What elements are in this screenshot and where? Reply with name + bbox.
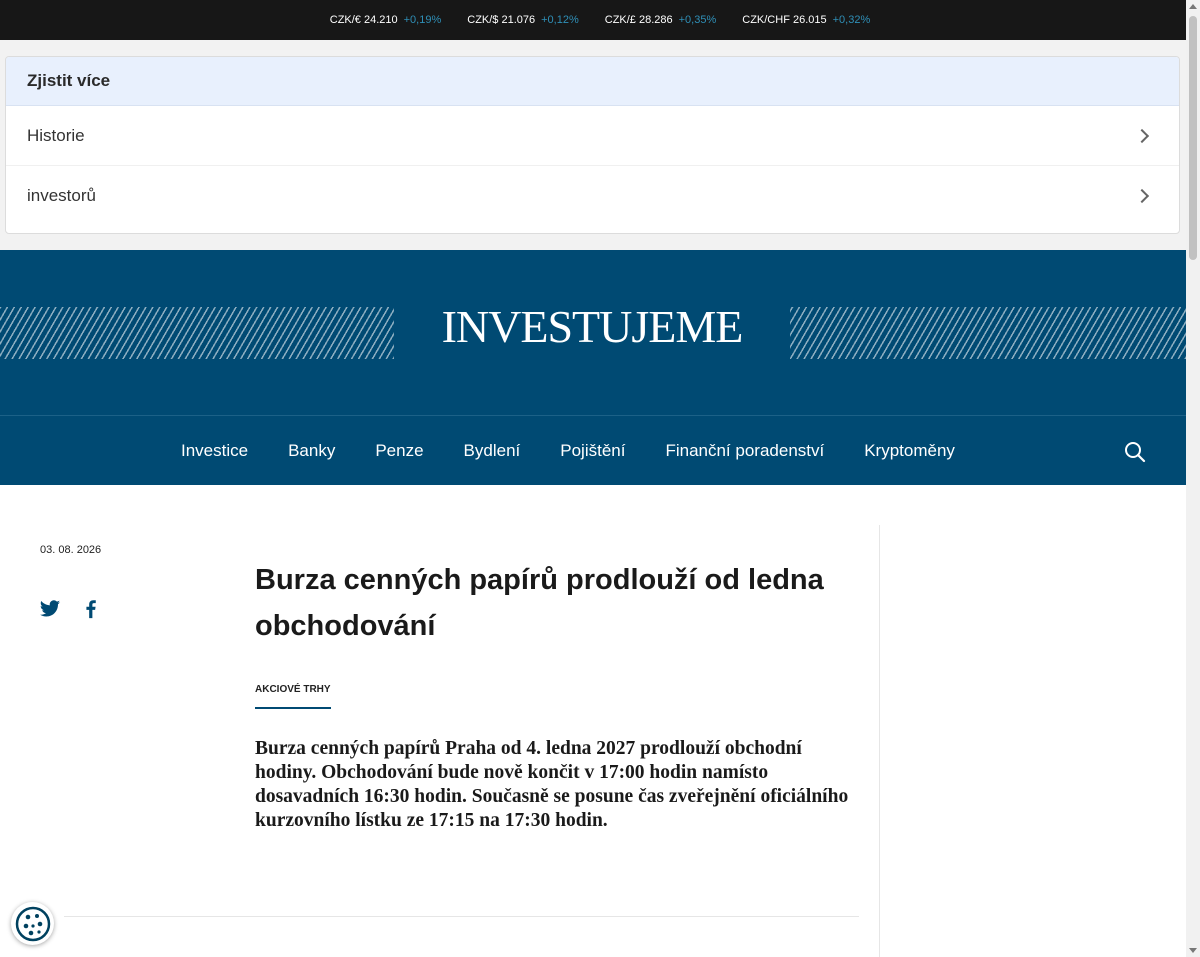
nav-item-financni-poradenstvi[interactable]: Finanční poradenství xyxy=(665,441,824,461)
chevron-right-icon xyxy=(1134,128,1150,143)
ticker-change: +0,35% xyxy=(678,14,717,26)
cookie-settings-button[interactable] xyxy=(11,902,54,945)
ticker-pair: CZK/€ 24.210 xyxy=(329,14,398,26)
ticker-item: CZK/$ 21.076 +0,12% xyxy=(467,14,579,26)
promo-area: Zjistit více Historie investorů xyxy=(0,40,1186,250)
chevron-right-icon xyxy=(1134,188,1150,204)
nav-item-penze[interactable]: Penze xyxy=(375,441,423,461)
decorative-stripes xyxy=(790,307,1186,359)
article-perex: Burza cenných papírů Praha od 4. ledna 2… xyxy=(255,738,849,831)
article-date: 03. 08. 2026 xyxy=(40,544,102,556)
sidebar-divider xyxy=(879,525,880,957)
learn-more-heading: Zjistit více xyxy=(6,57,1179,106)
ticker-change: +0,32% xyxy=(832,14,871,26)
ticker-pair: CZK/CHF 26.015 xyxy=(742,14,827,26)
learn-more-link-investors[interactable]: investorů xyxy=(6,166,1179,226)
learn-more-link-label: investorů xyxy=(27,186,96,205)
ticker-change: +0,19% xyxy=(403,14,442,26)
nav-item-bydleni[interactable]: Bydlení xyxy=(464,441,521,461)
article-category-tag[interactable]: AKCIOVÉ TRHY xyxy=(255,684,331,709)
ticker-change: +0,12% xyxy=(541,14,579,26)
article-title: Burza cenných papírů prodlouží od ledna … xyxy=(255,564,824,642)
page-scrollbar[interactable] xyxy=(1186,0,1200,957)
learn-more-link-history[interactable]: Historie xyxy=(6,106,1179,166)
nav-item-investice[interactable]: Investice xyxy=(181,441,248,461)
twitter-icon[interactable] xyxy=(39,598,61,620)
ticker-item: CZK/€ 24.210 +0,19% xyxy=(330,14,442,26)
ticker-item: CZK/CHF 26.015 +0,32% xyxy=(742,14,870,26)
cookie-icon xyxy=(15,906,50,941)
nav-item-kryptomeny[interactable]: Kryptoměny xyxy=(864,441,955,461)
facebook-icon[interactable] xyxy=(80,598,102,620)
scroll-down-icon[interactable] xyxy=(1189,948,1197,953)
scroll-up-icon[interactable] xyxy=(1189,4,1197,9)
ticker-pair: CZK/$ 21.076 xyxy=(467,14,536,26)
learn-more-box: Zjistit více Historie investorů xyxy=(5,56,1180,234)
scrollbar-thumb[interactable] xyxy=(1189,16,1197,260)
ticker-pair: CZK/£ 28.286 xyxy=(604,14,673,26)
main-nav: Investice Banky Penze Bydlení Pojištění … xyxy=(0,415,1186,485)
nav-item-banky[interactable]: Banky xyxy=(288,441,335,461)
site-logo[interactable]: INVESTUJEME xyxy=(394,300,790,353)
ticker-item: CZK/£ 28.286 +0,35% xyxy=(605,14,717,26)
currency-ticker: CZK/€ 24.210 +0,19% CZK/$ 21.076 +0,12% … xyxy=(0,0,1200,40)
content-divider xyxy=(64,916,859,917)
decorative-stripes xyxy=(0,307,394,359)
nav-item-pojisteni[interactable]: Pojištění xyxy=(560,441,625,461)
search-icon[interactable] xyxy=(1124,441,1146,463)
learn-more-link-label: Historie xyxy=(27,125,85,145)
site-header: INVESTUJEME xyxy=(0,250,1186,415)
